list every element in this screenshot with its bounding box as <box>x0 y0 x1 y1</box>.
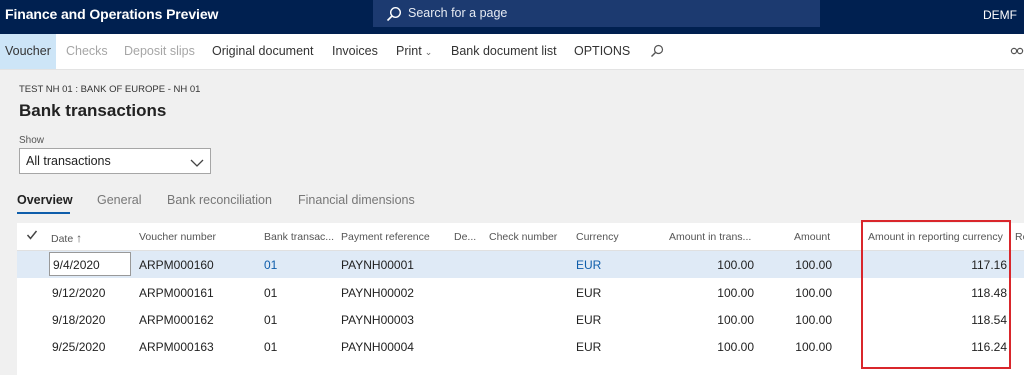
cell-date: 9/18/2020 <box>52 313 106 327</box>
cell-amount-reporting-currency: 118.54 <box>971 313 1007 327</box>
cell-date: 9/4/2020 <box>53 258 100 272</box>
search-icon <box>386 6 402 27</box>
print-menu-button[interactable]: Print ⌄ <box>396 34 432 69</box>
cell-amount: 100.00 <box>795 340 832 354</box>
cell-voucher: ARPM000160 <box>139 258 214 272</box>
cell-payment-reference: PAYNH00004 <box>341 340 414 354</box>
cell-payment-reference: PAYNH00001 <box>341 258 414 272</box>
deposit-slips-button[interactable]: Deposit slips <box>124 34 195 69</box>
cell-bank-transaction-link[interactable]: 01 <box>264 258 277 272</box>
column-header-amount[interactable]: Amount <box>794 231 830 243</box>
cell-payment-reference: PAYNH00002 <box>341 286 414 300</box>
sort-ascending-icon: ↑ <box>76 231 83 245</box>
show-filter-value: All transactions <box>26 154 111 168</box>
active-tab-indicator <box>17 212 70 214</box>
cell-amount-in-transaction: 100.00 <box>717 313 754 327</box>
cell-bank-transaction: 01 <box>264 340 278 354</box>
cell-amount-in-transaction: 100.00 <box>717 340 754 354</box>
cell-amount: 100.00 <box>795 313 832 327</box>
action-pane: Voucher Checks Deposit slips Original do… <box>0 34 1024 70</box>
show-filter-dropdown[interactable]: All transactions <box>19 148 211 174</box>
table-row[interactable]: 9/18/2020 ARPM000162 01 PAYNH00003 EUR 1… <box>17 306 1024 333</box>
tab-general[interactable]: General <box>97 193 141 207</box>
column-header-check-number[interactable]: Check number <box>489 231 557 243</box>
tab-overview[interactable]: Overview <box>17 193 73 207</box>
original-document-button[interactable]: Original document <box>212 34 313 69</box>
cell-voucher: ARPM000163 <box>139 340 214 354</box>
table-row[interactable]: 9/25/2020 ARPM000163 01 PAYNH00004 EUR 1… <box>17 333 1024 360</box>
bank-document-list-button[interactable]: Bank document list <box>451 34 557 69</box>
column-header-re[interactable]: Re <box>1015 231 1024 243</box>
select-all-checkmark-icon[interactable] <box>26 229 38 244</box>
cell-currency: EUR <box>576 286 602 300</box>
cell-amount: 100.00 <box>795 286 832 300</box>
tab-financial-dimensions[interactable]: Financial dimensions <box>298 193 415 207</box>
action-search-icon[interactable] <box>650 44 664 58</box>
cell-currency: EUR <box>576 313 602 327</box>
cell-date: 9/12/2020 <box>52 286 106 300</box>
cell-amount-reporting-currency: 117.16 <box>971 258 1007 272</box>
column-header-payment-reference[interactable]: Payment reference <box>341 231 430 243</box>
company-selector[interactable]: DEMF <box>983 8 1017 22</box>
personalize-icon[interactable] <box>1010 45 1024 59</box>
search-placeholder: Search for a page <box>408 6 508 20</box>
chevron-down-icon: ⌄ <box>424 47 433 57</box>
chevron-down-icon <box>190 155 204 173</box>
column-header-currency[interactable]: Currency <box>576 231 619 243</box>
grid-header: Date ↑ Voucher number Bank transac... Pa… <box>17 223 1024 251</box>
show-filter-label: Show <box>19 135 45 146</box>
column-header-amount-reporting-currency[interactable]: Amount in reporting currency <box>868 231 1003 243</box>
cell-bank-transaction: 01 <box>264 286 278 300</box>
search-box[interactable]: Search for a page <box>373 0 820 27</box>
cell-amount: 100.00 <box>795 258 832 272</box>
print-label: Print <box>396 44 422 58</box>
column-header-date[interactable]: Date ↑ <box>51 231 82 245</box>
date-header-label: Date <box>51 233 74 245</box>
column-header-bank-transaction[interactable]: Bank transac... <box>264 231 334 243</box>
column-header-amount-in-transaction[interactable]: Amount in trans... <box>669 231 751 243</box>
top-navigation-bar: Finance and Operations Preview Search fo… <box>0 0 1024 34</box>
cell-payment-reference: PAYNH00003 <box>341 313 414 327</box>
app-title[interactable]: Finance and Operations Preview <box>5 6 218 22</box>
column-header-voucher[interactable]: Voucher number <box>139 231 216 243</box>
date-input[interactable]: 9/4/2020 <box>49 252 131 276</box>
cell-amount-in-transaction: 100.00 <box>717 286 754 300</box>
invoices-button[interactable]: Invoices <box>332 34 378 69</box>
cell-amount-reporting-currency: 116.24 <box>971 340 1007 354</box>
table-row[interactable]: 9/12/2020 ARPM000161 01 PAYNH00002 EUR 1… <box>17 279 1024 306</box>
cell-bank-transaction: 01 <box>264 313 278 327</box>
options-button[interactable]: OPTIONS <box>574 34 630 69</box>
checks-button[interactable]: Checks <box>66 34 108 69</box>
column-header-description[interactable]: De... <box>454 231 476 243</box>
cell-voucher: ARPM000162 <box>139 313 214 327</box>
cell-date: 9/25/2020 <box>52 340 106 354</box>
cell-amount-reporting-currency: 118.48 <box>971 286 1007 300</box>
cell-currency-link[interactable]: EUR <box>576 258 601 272</box>
table-row[interactable]: 9/4/2020 ARPM000160 01 PAYNH00001 EUR 10… <box>17 251 1024 278</box>
transactions-grid: Date ↑ Voucher number Bank transac... Pa… <box>17 223 1024 375</box>
voucher-button[interactable]: Voucher <box>0 34 56 69</box>
cell-amount-in-transaction: 100.00 <box>717 258 754 272</box>
cell-voucher: ARPM000161 <box>139 286 214 300</box>
tab-bank-reconciliation[interactable]: Bank reconciliation <box>167 193 272 207</box>
page-title: Bank transactions <box>19 101 167 120</box>
breadcrumb: TEST NH 01 : BANK OF EUROPE - NH 01 <box>19 84 201 95</box>
cell-currency: EUR <box>576 340 602 354</box>
